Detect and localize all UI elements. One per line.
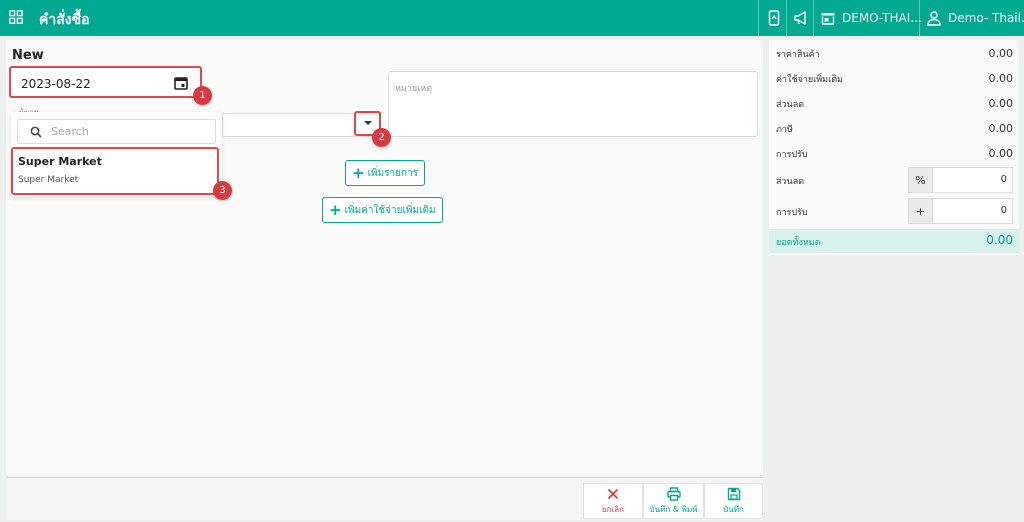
- summary-row-product-price: ราคาสินค้า 0.00: [776, 47, 1013, 63]
- mobile-device-button[interactable]: [766, 0, 782, 36]
- date-field[interactable]: 2023-08-22: [9, 66, 202, 98]
- store-icon: [821, 13, 835, 25]
- top-bar: คำสั่งซื้อ DEMO-THAI... Demo- Thail...: [0, 0, 1024, 36]
- add-item-button[interactable]: + เพิ่มรายการ: [345, 160, 426, 186]
- summary-row-additional-cost: ค่าใช้จ่ายเพิ่มเติม 0.00: [776, 72, 1013, 88]
- discount-input[interactable]: 0: [933, 167, 1013, 193]
- calendar-icon[interactable]: [174, 76, 188, 90]
- branch-selector[interactable]: DEMO-THAI...: [820, 0, 922, 36]
- supplier-option[interactable]: Super Market Super Market: [11, 147, 219, 195]
- sign-toggle[interactable]: +: [908, 198, 933, 224]
- percent-toggle[interactable]: %: [908, 167, 933, 193]
- supplier-option-name: Super Market: [18, 155, 102, 168]
- save-label: บันทึก: [723, 504, 744, 514]
- adjustment-input[interactable]: 0: [933, 198, 1013, 224]
- form-heading: New: [12, 48, 44, 63]
- plus-icon: +: [352, 163, 365, 182]
- announcement-button[interactable]: [793, 0, 809, 36]
- user-icon: [927, 11, 941, 26]
- supplier-option-subtitle: Super Market: [18, 175, 79, 185]
- adjustment-input-row: การปรับ + 0: [776, 198, 1013, 224]
- discount-label: ส่วนลด: [776, 177, 805, 187]
- page-title: คำสั่งซื้อ: [39, 12, 90, 28]
- add-expense-button[interactable]: + เพิ่มค่าใช้จ่ายเพิ่มเติม: [322, 197, 443, 223]
- summary-value: 0.00: [988, 47, 1014, 60]
- summary-row-tax: ภาษี 0.00: [776, 122, 1013, 138]
- save-print-label: บันทึก & พิมพ์: [649, 504, 698, 514]
- printer-icon: [666, 486, 681, 501]
- date-value: 2023-08-22: [21, 77, 91, 91]
- megaphone-icon: [794, 11, 806, 25]
- supplier-search-input[interactable]: Search: [17, 119, 216, 144]
- total-label: ยอดทั้งหมด: [776, 238, 821, 248]
- cancel-label: ยกเลิก: [601, 504, 624, 514]
- summary-value: 0.00: [988, 97, 1014, 110]
- add-expense-label: เพิ่มค่าใช้จ่ายเพิ่มเติม: [344, 204, 436, 216]
- mobile-sync-icon: [768, 10, 780, 26]
- header-divider: [758, 0, 759, 36]
- apps-grid-icon[interactable]: [9, 10, 23, 24]
- cancel-button[interactable]: ยกเลิก: [583, 483, 643, 519]
- header-divider: [786, 0, 787, 36]
- save-button[interactable]: บันทึก: [704, 483, 763, 519]
- header-divider: [813, 0, 814, 36]
- summary-row-discount: ส่วนลด 0.00: [776, 97, 1013, 113]
- header-divider: [919, 0, 920, 36]
- summary-label: ส่วนลด: [776, 100, 805, 110]
- discount-input-row: ส่วนลด % 0: [776, 167, 1013, 193]
- summary-value: 0.00: [988, 122, 1014, 135]
- close-icon: [607, 488, 619, 499]
- total-value: 0.00: [986, 233, 1013, 247]
- search-icon: [30, 126, 42, 138]
- caret-down-icon: [364, 121, 372, 125]
- step-badge-3: 3: [213, 181, 232, 200]
- branch-name: DEMO-THAI...: [842, 11, 922, 25]
- summary-label: ราคาสินค้า: [776, 50, 820, 60]
- note-placeholder: หมายเหตุ: [395, 84, 433, 94]
- adjustment-label: การปรับ: [776, 208, 808, 218]
- step-badge-2: 2: [372, 128, 391, 147]
- summary-value: 0.00: [988, 147, 1014, 160]
- step-badge-1: 1: [193, 86, 212, 105]
- save-icon: [727, 487, 740, 500]
- add-item-label: เพิ่มรายการ: [367, 167, 419, 179]
- summary-label: ค่าใช้จ่ายเพิ่มเติม: [776, 75, 843, 85]
- summary-row-adjustment: การปรับ 0.00: [776, 147, 1013, 163]
- save-print-button[interactable]: บันทึก & พิมพ์: [643, 483, 704, 519]
- note-textarea[interactable]: หมายเหตุ: [388, 71, 758, 137]
- user-name: Demo- Thail...: [948, 11, 1024, 25]
- search-placeholder: Search: [51, 125, 89, 138]
- summary-label: การปรับ: [776, 150, 808, 160]
- user-menu[interactable]: Demo- Thail...: [926, 0, 1024, 36]
- total-row: ยอดทั้งหมด 0.00: [769, 229, 1019, 253]
- summary-label: ภาษี: [776, 125, 793, 135]
- summary-value: 0.00: [988, 72, 1014, 85]
- plus-icon: +: [329, 200, 342, 219]
